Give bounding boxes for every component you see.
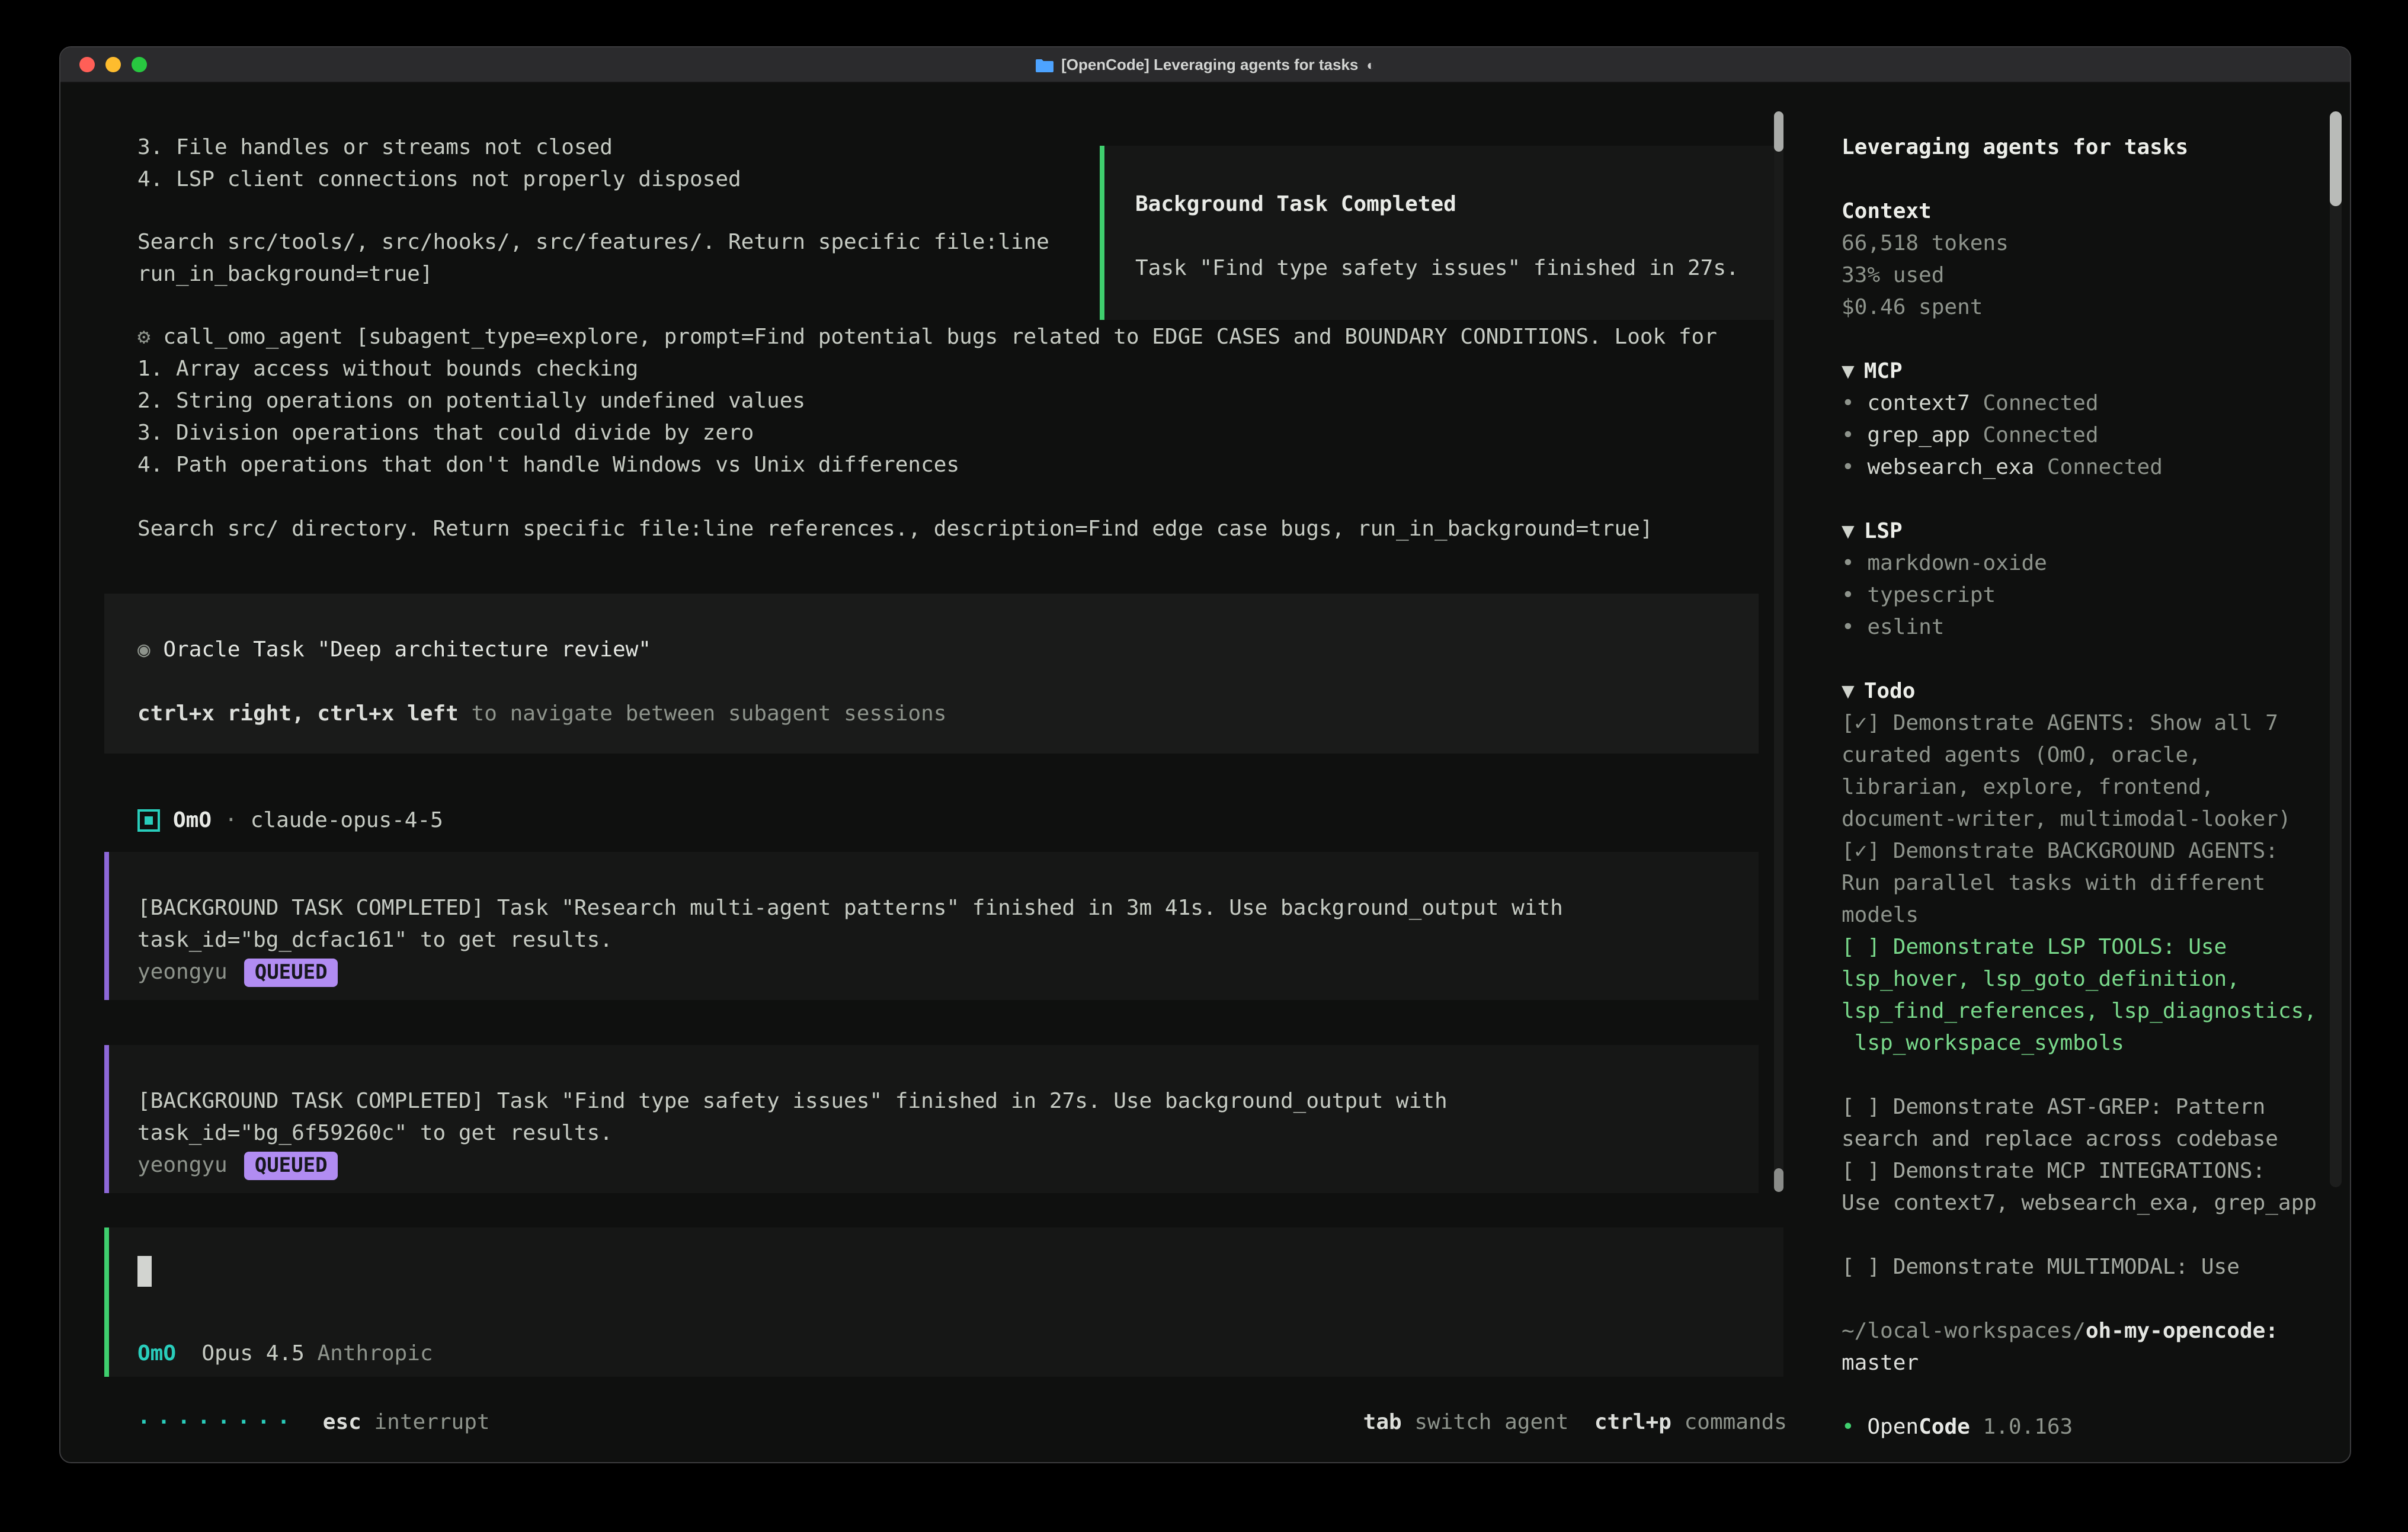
toast-title: Background Task Completed <box>1135 188 1753 220</box>
context-used: 33% used <box>1842 259 2330 291</box>
esc-key-label: interrupt <box>374 1406 490 1438</box>
oracle-task-title: ◉ Oracle Task "Deep architecture review" <box>137 634 1725 666</box>
mcp-section-header[interactable]: ▼MCP <box>1842 355 2330 387</box>
main-pane: Background Task Completed Task "Find typ… <box>60 83 1817 1462</box>
todo-item: [ ] Demonstrate LSP TOOLS: Use lsp_hover… <box>1842 931 2330 1059</box>
zoom-button[interactable] <box>132 57 147 72</box>
background-task-toast[interactable]: Background Task Completed Task "Find typ… <box>1100 146 1783 320</box>
session-title: Leveraging agents for tasks <box>1842 132 2330 164</box>
workspace-branch: master <box>1842 1347 2330 1379</box>
hint-text: to navigate between subagent sessions <box>459 701 947 726</box>
text-cursor <box>137 1256 152 1287</box>
lsp-item: • markdown-oxide <box>1842 547 2330 579</box>
status-badge: QUEUED <box>244 1151 338 1180</box>
log-line: Search src/ directory. Return specific f… <box>137 513 1759 545</box>
status-right: tab switch agent ctrl+p commands <box>1363 1406 1787 1438</box>
app-version: • OpenCode 1.0.163 <box>1842 1411 2330 1443</box>
esc-key-hint: esc <box>323 1406 361 1438</box>
gear-icon: ⚙ <box>137 325 150 350</box>
context-heading: Context <box>1842 195 2330 227</box>
log-line: 4. Path operations that don't handle Win… <box>137 449 1759 481</box>
oracle-task-panel: ◉ Oracle Task "Deep architecture review"… <box>104 594 1759 754</box>
task-line: task_id="bg_dcfac161" to get results. <box>137 924 1725 956</box>
chevron-down-icon: ▼ <box>1842 679 1855 704</box>
todo-item: [✓] Demonstrate BACKGROUND AGENTS: Run p… <box>1842 835 2330 931</box>
chevron-down-icon: ▼ <box>1842 359 1855 384</box>
task-result-block: [BACKGROUND TASK COMPLETED] Task "Find t… <box>104 1045 1759 1193</box>
mcp-item: • grep_app Connected <box>1842 419 2330 451</box>
editor-provider: Anthropic <box>318 1338 433 1370</box>
agent-name: OmO <box>173 805 212 836</box>
agent-header: OmO · claude-opus-4-5 <box>137 805 1759 836</box>
lsp-item: • eslint <box>1842 611 2330 643</box>
window-title-group: [OpenCode] Leveraging agents for tasks ◐ <box>1035 56 1375 73</box>
task-user: yeongyu <box>137 956 228 988</box>
agent-icon <box>137 809 160 832</box>
sidebar-scrollbar[interactable] <box>2330 111 2342 1187</box>
hint-keys: ctrl+x right, ctrl+x left <box>137 701 459 726</box>
workspace-path: ~/local-workspaces/oh-my-opencode: <box>1842 1315 2330 1347</box>
window-body: Background Task Completed Task "Find typ… <box>60 83 2350 1462</box>
sidebar-scrollbar-thumb[interactable] <box>2330 111 2342 206</box>
task-line: [BACKGROUND TASK COMPLETED] Task "Find t… <box>137 1085 1725 1117</box>
sidebar: Leveraging agents for tasks Context 66,5… <box>1817 83 2350 1462</box>
tab-key-label: switch agent <box>1414 1406 1568 1438</box>
spinner-dots: ········ <box>137 1406 297 1438</box>
task-user: yeongyu <box>137 1149 228 1181</box>
window-title: [OpenCode] Leveraging agents for tasks <box>1061 56 1358 73</box>
agent-model: claude-opus-4-5 <box>251 805 443 836</box>
titlebar[interactable]: [OpenCode] Leveraging agents for tasks ◐ <box>60 47 2350 83</box>
editor-agent: OmO <box>137 1338 176 1370</box>
ctrlp-key-hint: ctrl+p <box>1594 1406 1671 1438</box>
lsp-item: • typescript <box>1842 579 2330 611</box>
todo-section-header[interactable]: ▼Todo <box>1842 675 2330 707</box>
todo-item: [ ] Demonstrate MCP INTEGRATIONS: Use co… <box>1842 1155 2330 1219</box>
recording-icon: ◐ <box>1366 56 1375 73</box>
main-scrollbar-thumb-lower[interactable] <box>1774 1168 1783 1192</box>
task-line: [BACKGROUND TASK COMPLETED] Task "Resear… <box>137 892 1725 924</box>
main-scrollbar-thumb[interactable] <box>1774 111 1783 152</box>
oracle-hint: ctrl+x right, ctrl+x left to navigate be… <box>137 698 1725 730</box>
ctrlp-key-label: commands <box>1685 1406 1787 1438</box>
task-meta-row: yeongyu QUEUED <box>137 956 1725 988</box>
screen: [OpenCode] Leveraging agents for tasks ◐… <box>0 0 2408 1532</box>
context-tokens: 66,518 tokens <box>1842 227 2330 259</box>
tab-key-hint: tab <box>1363 1406 1402 1438</box>
mcp-item: • websearch_exa Connected <box>1842 451 2330 483</box>
todo-item: [✓] Demonstrate AGENTS: Show all 7 curat… <box>1842 707 2330 835</box>
close-button[interactable] <box>79 57 95 72</box>
tool-call-line: ⚙ call_omo_agent [subagent_type=explore,… <box>137 321 1759 353</box>
status-dot-icon: • <box>1842 1415 1855 1440</box>
tool-call-text: call_omo_agent [subagent_type=explore, p… <box>163 325 1717 350</box>
terminal-window: [OpenCode] Leveraging agents for tasks ◐… <box>59 46 2351 1463</box>
log-line: 3. Division operations that could divide… <box>137 417 1759 449</box>
lsp-section-header[interactable]: ▼LSP <box>1842 515 2330 547</box>
log-line: 2. String operations on potentially unde… <box>137 385 1759 417</box>
folder-icon <box>1035 57 1053 72</box>
traffic-lights <box>79 57 147 72</box>
main-scrollbar[interactable] <box>1774 111 1783 1192</box>
task-meta-row: yeongyu QUEUED <box>137 1149 1725 1181</box>
status-bar: ········ esc interrupt tab switch agent … <box>60 1377 1817 1462</box>
log-line: 1. Array access without bounds checking <box>137 353 1759 385</box>
toast-body: Task "Find type safety issues" finished … <box>1135 252 1753 284</box>
editor-model: Opus 4.5 <box>201 1338 304 1370</box>
task-line: task_id="bg_6f59260c" to get results. <box>137 1117 1725 1149</box>
task-result-block: [BACKGROUND TASK COMPLETED] Task "Resear… <box>104 852 1759 1000</box>
chevron-down-icon: ▼ <box>1842 519 1855 544</box>
oracle-icon: ◉ <box>137 637 150 662</box>
separator-dot: · <box>225 805 238 836</box>
context-spent: $0.46 spent <box>1842 291 2330 323</box>
status-left: ········ esc interrupt <box>137 1406 490 1438</box>
todo-item: [ ] Demonstrate AST-GREP: Pattern search… <box>1842 1091 2330 1155</box>
prompt-input[interactable]: OmO Opus 4.5 Anthropic <box>104 1227 1783 1377</box>
minimize-button[interactable] <box>105 57 121 72</box>
status-badge: QUEUED <box>244 958 338 986</box>
mcp-item: • context7 Connected <box>1842 387 2330 419</box>
todo-item: [ ] Demonstrate MULTIMODAL: Use <box>1842 1251 2330 1283</box>
model-info-row: OmO Opus 4.5 Anthropic <box>137 1338 1750 1370</box>
